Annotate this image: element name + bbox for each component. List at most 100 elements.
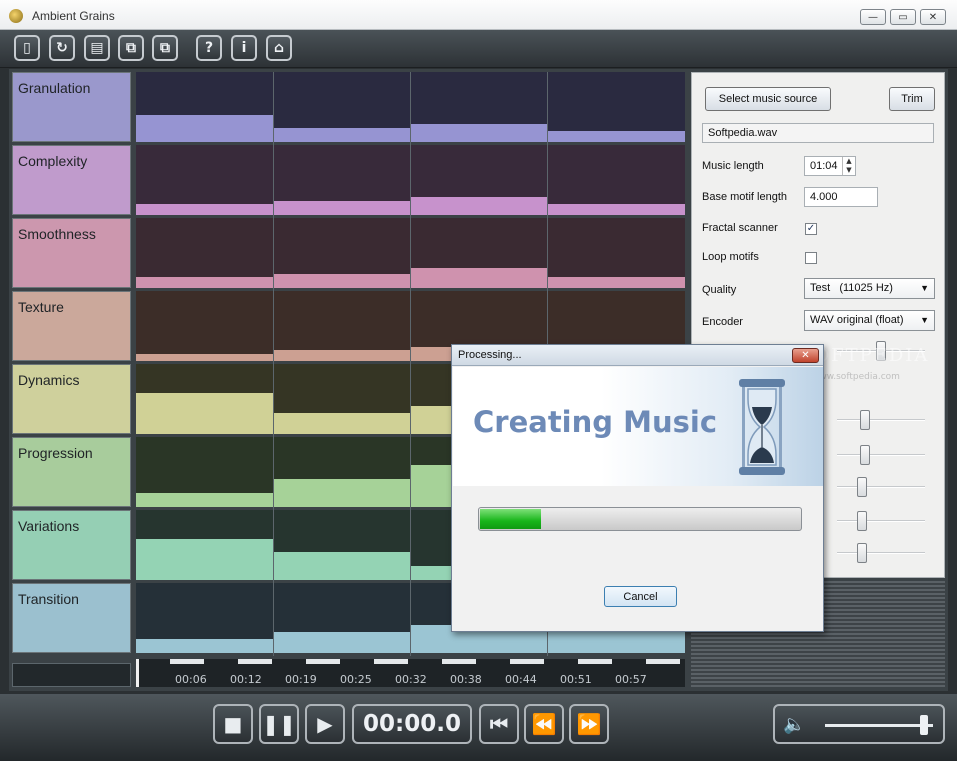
fast-forward-icon[interactable]: ⏩ (569, 704, 609, 744)
grid-cell[interactable] (547, 218, 685, 288)
home-icon[interactable]: ⌂ (266, 35, 292, 61)
close-button[interactable]: ✕ (920, 9, 946, 25)
parameter-slider[interactable] (837, 543, 925, 563)
quality-value: Test (11025 Hz) (810, 282, 893, 294)
slider-track (837, 454, 925, 456)
level-fill (410, 196, 547, 215)
trim-button[interactable]: Trim (889, 87, 935, 111)
timeline-tick-label: 00:51 (560, 673, 592, 686)
level-fill (547, 632, 685, 653)
parameter-slider[interactable] (837, 445, 925, 465)
watermark-url: www.softpedia.com (812, 372, 900, 382)
grid-cell[interactable] (273, 291, 410, 361)
maximize-button[interactable]: ▭ (890, 9, 916, 25)
grid-cell[interactable] (273, 510, 410, 580)
volume-track[interactable] (825, 724, 933, 727)
copy-icon[interactable]: ⧉ (118, 35, 144, 61)
slider-thumb[interactable] (860, 445, 871, 465)
timeline-tick-label: 00:32 (395, 673, 427, 686)
speaker-icon[interactable]: 🔈 (783, 714, 805, 735)
slider-track (837, 419, 925, 421)
grid-cell[interactable] (410, 218, 547, 288)
grid-cell[interactable] (136, 437, 273, 507)
new-icon[interactable]: ▯ (14, 35, 40, 61)
cancel-button[interactable]: Cancel (604, 586, 677, 607)
level-fill (410, 123, 547, 142)
parameter-slider[interactable] (837, 477, 925, 497)
playhead[interactable] (136, 659, 139, 687)
progress-fill (480, 509, 542, 529)
dialog-title-bar: Processing... ✕ (452, 345, 823, 366)
slider-thumb[interactable] (856, 543, 867, 563)
slider-thumb[interactable] (856, 511, 867, 531)
slider-thumb[interactable] (860, 410, 871, 430)
base-motif-input[interactable]: 4.000 (804, 187, 878, 207)
info-icon[interactable]: i (231, 35, 257, 61)
paste-icon[interactable]: ⧉ (152, 35, 178, 61)
pause-icon[interactable]: ❚❚ (259, 704, 299, 744)
fractal-scanner-checkbox[interactable]: ✓ (805, 223, 817, 235)
loop-motifs-checkbox[interactable] (805, 252, 817, 264)
music-length-spinner[interactable]: ▲ ▼ (842, 157, 855, 175)
column-divider (410, 72, 411, 656)
grid-cell[interactable] (273, 583, 410, 653)
level-fill (136, 203, 273, 215)
dialog-close-button[interactable]: ✕ (792, 348, 819, 363)
grid-cell[interactable] (136, 583, 273, 653)
timeline-segment (306, 659, 340, 664)
row-label: Variations (12, 510, 131, 580)
grid-cell[interactable] (136, 145, 273, 215)
grid-cell[interactable] (410, 145, 547, 215)
progress-bar (478, 507, 802, 531)
timeline-tick-label: 00:44 (505, 673, 537, 686)
level-fill (410, 268, 547, 288)
grid-cell[interactable] (547, 145, 685, 215)
slider-thumb[interactable] (856, 477, 867, 497)
row-label: Complexity (12, 145, 131, 215)
skip-start-icon[interactable]: ⏮ (479, 704, 519, 744)
level-fill (273, 201, 410, 215)
level-fill (547, 203, 685, 215)
timeline-tick-label: 00:57 (615, 673, 647, 686)
timeline-tick-label: 00:06 (175, 673, 207, 686)
grid-cell[interactable] (136, 364, 273, 434)
level-fill (273, 632, 410, 653)
open-icon[interactable]: ↻ (49, 35, 75, 61)
rewind-icon[interactable]: ⏪ (524, 704, 564, 744)
table-icon[interactable]: ▤ (84, 35, 110, 61)
quality-select[interactable]: Test (11025 Hz) ▼ (804, 278, 935, 299)
grid-cell[interactable] (136, 291, 273, 361)
grid-cell[interactable] (136, 218, 273, 288)
row-label: Transition (12, 583, 131, 653)
timeline-segment (510, 659, 544, 664)
grid-cell[interactable] (273, 364, 410, 434)
grid-cell[interactable] (410, 72, 547, 142)
level-fill (136, 115, 273, 142)
parameter-slider[interactable] (837, 511, 925, 531)
row-label: Progression (12, 437, 131, 507)
grid-cell[interactable] (136, 510, 273, 580)
timeline[interactable]: 00:06 00:12 00:19 00:25 00:32 00:38 00:44 00:51… (136, 659, 685, 687)
minimize-button[interactable]: — (860, 9, 886, 25)
grid-cell[interactable] (547, 72, 685, 142)
grid-cell[interactable] (273, 437, 410, 507)
grid-cell[interactable] (273, 218, 410, 288)
toolbar: ▯ ↻ ▤ ⧉ ⧉ ? i ⌂ (0, 30, 957, 68)
grid-cell[interactable] (273, 72, 410, 142)
level-fill (273, 413, 410, 434)
play-icon[interactable]: ▶ (305, 704, 345, 744)
encoder-select[interactable]: WAV original (float) ▼ (804, 310, 935, 331)
level-fill (136, 354, 273, 361)
grid-cell[interactable] (273, 145, 410, 215)
level-fill (273, 128, 410, 142)
help-icon[interactable]: ? (196, 35, 222, 61)
parameter-slider[interactable] (837, 410, 925, 430)
stop-icon[interactable]: ■ (213, 704, 253, 744)
timeline-segment (578, 659, 612, 664)
row-label: Dynamics (12, 364, 131, 434)
select-music-source-button[interactable]: Select music source (705, 87, 831, 111)
grid-cell[interactable] (136, 72, 273, 142)
volume-slider-thumb[interactable] (920, 715, 928, 735)
level-fill (273, 349, 410, 361)
row-label: Granulation (12, 72, 131, 142)
